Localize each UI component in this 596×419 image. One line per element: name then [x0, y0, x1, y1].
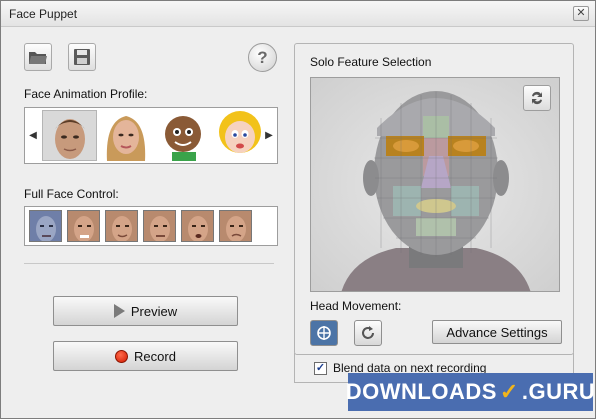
close-button[interactable]: ✕	[573, 6, 589, 21]
record-label: Record	[134, 348, 176, 364]
face-expression-icon	[182, 211, 213, 241]
head-rotate-icon	[317, 326, 331, 340]
open-file-button[interactable]	[24, 43, 52, 71]
client-area: ? Face Animation Profile: ◀ ▶ Full Face …	[9, 31, 587, 412]
head-reset-button[interactable]	[354, 320, 382, 346]
play-icon	[113, 304, 125, 318]
head-movement-mode-button[interactable]	[310, 320, 338, 346]
window-title: Face Puppet	[9, 7, 78, 21]
profile-thumb-female[interactable]	[99, 110, 154, 161]
head-preview[interactable]	[310, 77, 560, 292]
full-face-strip	[24, 206, 278, 246]
head-mesh-icon	[341, 91, 531, 291]
full-face-3[interactable]	[105, 210, 138, 242]
carousel-right-arrow[interactable]: ▶	[261, 108, 277, 163]
watermark-logo: DOWNLOADS ✓ .GURU	[345, 373, 596, 411]
save-disk-icon	[74, 49, 90, 65]
face-expression-icon	[68, 211, 99, 241]
blend-checkbox[interactable]: ✓	[314, 362, 327, 375]
full-face-5[interactable]	[181, 210, 214, 242]
full-face-6[interactable]	[219, 210, 252, 242]
face-expression-icon	[30, 211, 61, 241]
profile-thumb-boy[interactable]	[156, 110, 211, 161]
watermark-check-icon: ✓	[499, 379, 519, 404]
face-expression-icon	[106, 211, 137, 241]
help-button[interactable]: ?	[248, 43, 277, 72]
folder-open-icon	[29, 52, 47, 64]
head-movement-label: Head Movement:	[310, 299, 402, 313]
girl-cartoon-icon	[213, 110, 268, 161]
record-dot-icon	[115, 349, 129, 363]
full-face-4[interactable]	[143, 210, 176, 242]
face-puppet-window: Face Puppet ✕ ? Face Animation Profile: …	[0, 0, 596, 419]
profile-carousel: ◀ ▶	[24, 107, 278, 164]
save-file-button[interactable]	[68, 43, 96, 71]
profile-thumb-girl[interactable]	[213, 110, 268, 161]
female-face-icon	[99, 110, 154, 161]
advance-settings-button[interactable]: Advance Settings	[432, 320, 562, 344]
preview-button[interactable]: Preview	[53, 296, 238, 326]
record-button[interactable]: Record	[53, 341, 238, 371]
full-face-1[interactable]	[29, 210, 62, 242]
watermark-text-right: .GURU	[521, 379, 596, 404]
swap-button[interactable]	[523, 85, 551, 111]
preview-label: Preview	[130, 303, 178, 319]
profile-thumb-male[interactable]	[42, 110, 97, 161]
male-face-icon	[43, 111, 96, 160]
solo-feature-group: Solo Feature Selection Head Movement: Ad…	[294, 43, 574, 355]
boy-cartoon-icon	[156, 110, 211, 161]
face-expression-icon	[144, 211, 175, 241]
profile-label: Face Animation Profile:	[24, 87, 148, 101]
swap-arrows-icon	[532, 91, 542, 105]
watermark-text-left: DOWNLOADS	[345, 379, 497, 404]
divider	[24, 263, 274, 264]
full-face-label: Full Face Control:	[24, 187, 119, 201]
title-bar[interactable]: Face Puppet ✕	[1, 1, 595, 27]
solo-feature-title: Solo Feature Selection	[310, 55, 432, 69]
rotate-clockwise-icon	[362, 326, 374, 339]
full-face-2[interactable]	[67, 210, 100, 242]
face-expression-icon	[220, 211, 251, 241]
carousel-left-arrow[interactable]: ◀	[25, 108, 41, 163]
